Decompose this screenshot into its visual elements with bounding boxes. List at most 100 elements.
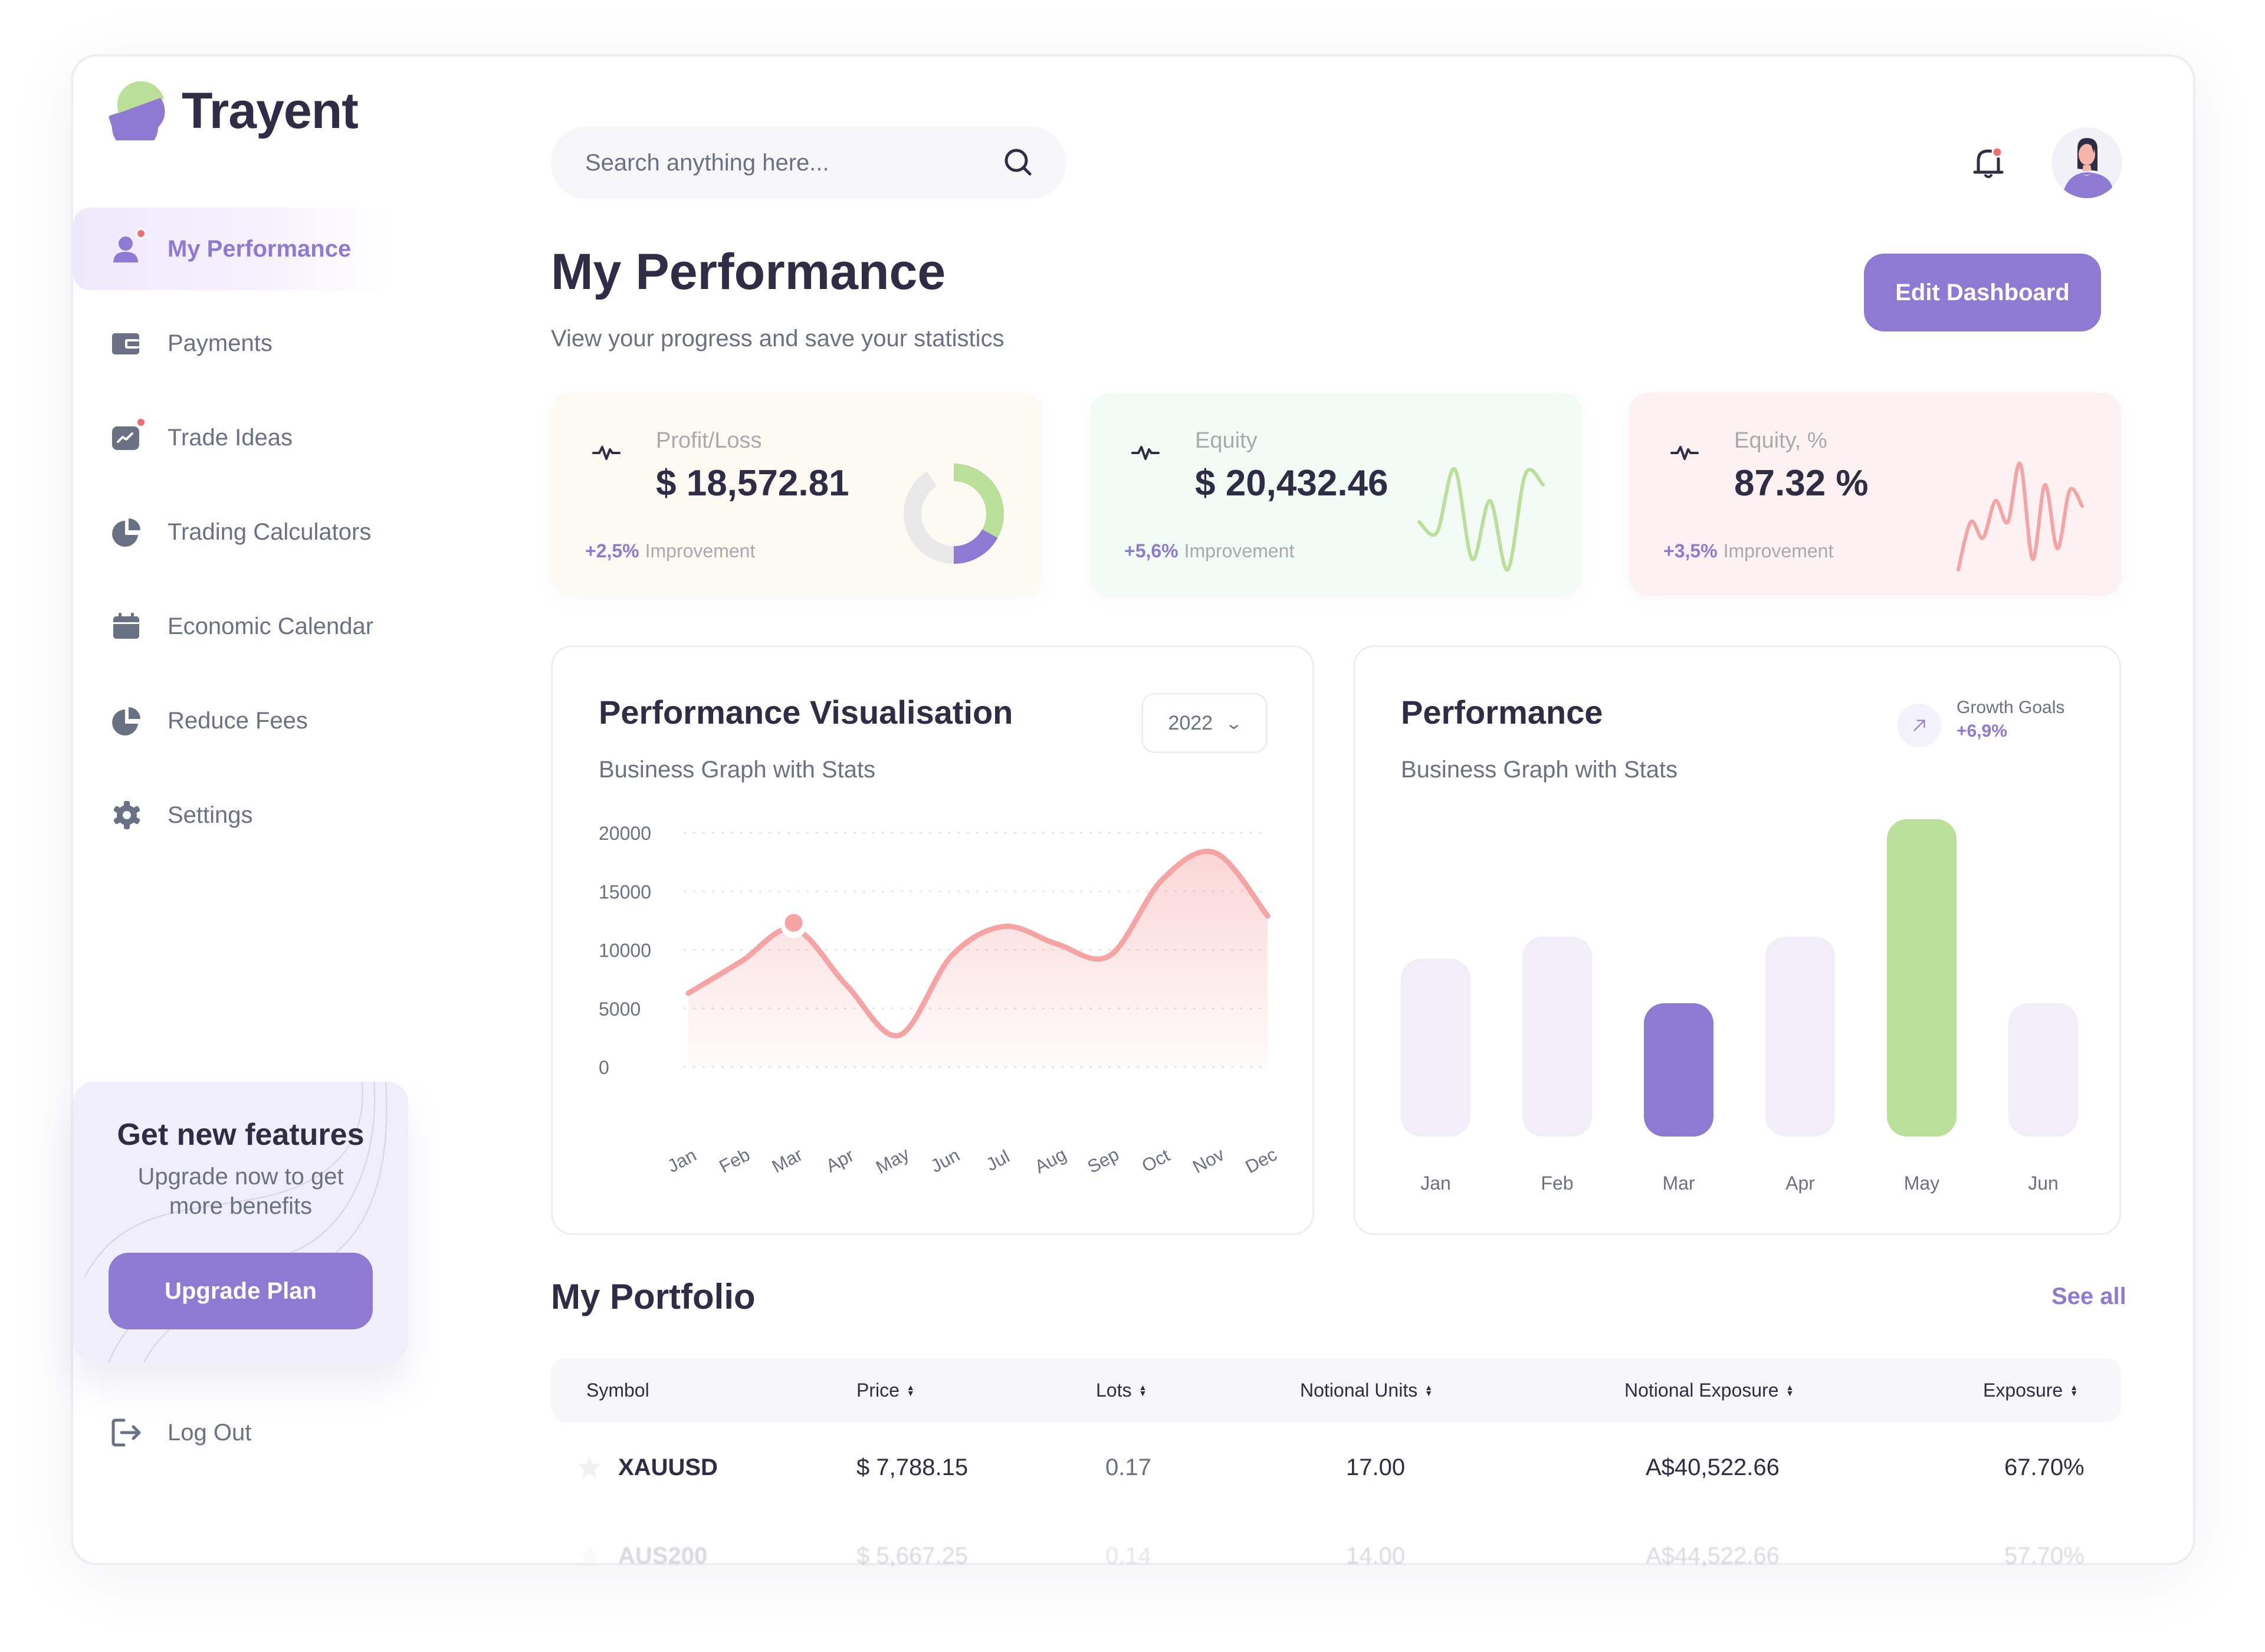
column-header-lots[interactable]: Lots ▲ ▼ [1096, 1358, 1147, 1423]
stat-delta-label: Improvement [1723, 540, 1834, 561]
brand-name: Trayent [182, 82, 359, 139]
sidebar-item-label: My Performance [168, 235, 352, 262]
pulse-icon [1670, 446, 1699, 460]
sort-icon: ▲ ▼ [1785, 1382, 1794, 1398]
sort-icon: ▲ ▼ [906, 1382, 915, 1398]
data-point-jul[interactable] [1001, 923, 1008, 930]
stat-label: Equity, % [1734, 428, 1827, 453]
logout-button[interactable]: Log Out [110, 1415, 251, 1450]
column-header-symbol[interactable]: Symbol [586, 1358, 649, 1423]
stat-delta: +5,6% [1124, 540, 1179, 561]
bar-feb[interactable] [1522, 937, 1592, 1137]
search-input[interactable] [585, 149, 1002, 176]
logo-icon [109, 81, 165, 140]
data-point-jun[interactable] [948, 952, 955, 959]
sidebar-item-trading-calculators[interactable]: Trading Calculators [73, 491, 392, 573]
performance-visualisation-panel: 0 5000 10000 15000 20000 Jan Feb Mar Apr May Jun Ju… [551, 645, 1314, 1235]
data-point-oct[interactable] [1158, 876, 1166, 883]
data-point-nov[interactable] [1212, 849, 1219, 856]
bar-apr[interactable] [1765, 937, 1835, 1137]
user-avatar[interactable] [2051, 127, 2122, 198]
pie-chart-icon [110, 515, 144, 549]
data-point-jan[interactable] [685, 990, 692, 997]
star-icon[interactable] [576, 1542, 603, 1569]
x-tick-label: Jun [927, 1145, 963, 1177]
x-tick-label: Jan [1420, 1173, 1451, 1194]
cell-price: $ 5,667.25 [856, 1542, 969, 1569]
sidebar-item-payments[interactable]: Payments [73, 302, 392, 385]
sidebar-item-label: Payments [168, 330, 273, 356]
x-tick-label: Mar [1662, 1173, 1695, 1194]
search-bar [551, 126, 1066, 199]
stat-delta-label: Improvement [1184, 540, 1295, 561]
star-icon[interactable] [576, 1454, 603, 1481]
sidebar-item-settings[interactable]: Settings [73, 774, 392, 856]
sidebar-item-trade-ideas[interactable]: Trade Ideas [73, 396, 392, 479]
stat-delta: +2,5% [585, 540, 639, 561]
sidebar-item-label: Economic Calendar [168, 613, 374, 639]
promo-title: Get new features [117, 1118, 365, 1152]
stat-improvement: +2,5% Improvement [585, 540, 755, 562]
column-label: Symbol [586, 1379, 649, 1401]
page-subtitle: View your progress and save your statist… [551, 326, 1005, 352]
sidebar-item-economic-calendar[interactable]: Economic Calendar [73, 585, 392, 668]
brand-logo[interactable]: Trayent [106, 81, 359, 140]
calendar-icon [110, 609, 144, 643]
column-header-notional-units[interactable]: Notional Units ▲ ▼ [1300, 1358, 1433, 1423]
stat-improvement: +3,5% Improvement [1663, 540, 1833, 562]
pulse-icon [1131, 446, 1160, 460]
stat-card-equity[interactable]: Equity $ 20,432.46 +5,6% Improvement [1090, 393, 1582, 596]
x-tick-label: Nov [1189, 1144, 1228, 1177]
chevron-down-icon: ⌄ [1225, 714, 1243, 733]
stat-card-profit-loss[interactable]: Profit/Loss $ 18,572.81 +2,5% Improvement [551, 393, 1043, 596]
x-tick-label: Oct [1138, 1145, 1173, 1177]
cell-notional-exposure: A$40,522.66 [1646, 1454, 1780, 1480]
symbol-text: XAUUSD [618, 1454, 718, 1480]
gear-icon [110, 798, 144, 832]
table-row[interactable]: XAUUSD $ 7,788.15 0.17 17.00 A$40,522.66… [551, 1432, 2121, 1503]
column-header-price[interactable]: Price ▲ ▼ [856, 1358, 915, 1423]
data-point-may[interactable] [895, 1032, 902, 1039]
equity-sparkline [1417, 467, 1545, 572]
data-point-feb[interactable] [737, 958, 744, 965]
upgrade-plan-button[interactable]: Upgrade Plan [109, 1253, 373, 1329]
y-tick-label: 10000 [599, 940, 651, 961]
y-tick-label: 15000 [599, 881, 651, 902]
x-tick-label: Aug [1031, 1144, 1069, 1177]
cell-notional-exposure: A$44,522.66 [1646, 1542, 1780, 1569]
data-point-apr[interactable] [843, 981, 850, 988]
highlight-point[interactable] [784, 914, 803, 932]
year-select-value: 2022 [1168, 711, 1213, 734]
column-header-exposure[interactable]: Exposure ▲ ▼ [1983, 1358, 2078, 1423]
table-row[interactable]: AUS200 $ 5,667.25 0.14 14.00 A$44,522.66… [551, 1520, 2121, 1591]
bar-jan[interactable] [1401, 958, 1470, 1137]
sidebar-item-reduce-fees[interactable]: Reduce Fees [73, 679, 392, 762]
column-header-notional-exposure[interactable]: Notional Exposure ▲ ▼ [1624, 1358, 1794, 1423]
promo-subtitle: Upgrade now to get more benefits [137, 1164, 344, 1219]
x-tick-label: Feb [1541, 1173, 1573, 1194]
x-tick-label: Jul [983, 1146, 1013, 1175]
page-title: My Performance [551, 244, 946, 300]
pie-chart-icon [110, 704, 144, 738]
sidebar-item-my-performance[interactable]: My Performance [73, 208, 392, 290]
bar-mar[interactable] [1644, 1003, 1713, 1137]
stat-card-equity-percent[interactable]: Equity, % 87.32 % +3,5% Improvement [1629, 393, 2121, 596]
edit-dashboard-button[interactable]: Edit Dashboard [1864, 254, 2101, 331]
data-point-dec[interactable] [1264, 912, 1271, 919]
see-all-link[interactable]: See all [2051, 1283, 2126, 1310]
search-icon[interactable] [1002, 146, 1036, 180]
x-tick-label: Dec [1242, 1144, 1281, 1177]
bar-jun[interactable] [2008, 1003, 2078, 1137]
x-tick-label: May [1904, 1173, 1939, 1194]
data-point-sep[interactable] [1106, 952, 1113, 959]
notification-bell-icon[interactable] [1969, 144, 2008, 183]
bar-may[interactable] [1887, 819, 1957, 1137]
logout-icon [111, 1418, 141, 1447]
column-label: Exposure [1983, 1379, 2063, 1401]
upgrade-promo-card: Get new features Upgrade now to get more… [73, 1082, 408, 1362]
portfolio-table-header: Symbol Price ▲ ▼ Lots ▲ ▼ Notional Units ▲ ▼ N… [551, 1358, 2121, 1423]
sparkline-path [1417, 467, 1545, 572]
panel-title: Performance [1401, 694, 1603, 731]
year-select[interactable]: 2022 ⌄ [1141, 693, 1268, 753]
data-point-aug[interactable] [1053, 941, 1061, 948]
